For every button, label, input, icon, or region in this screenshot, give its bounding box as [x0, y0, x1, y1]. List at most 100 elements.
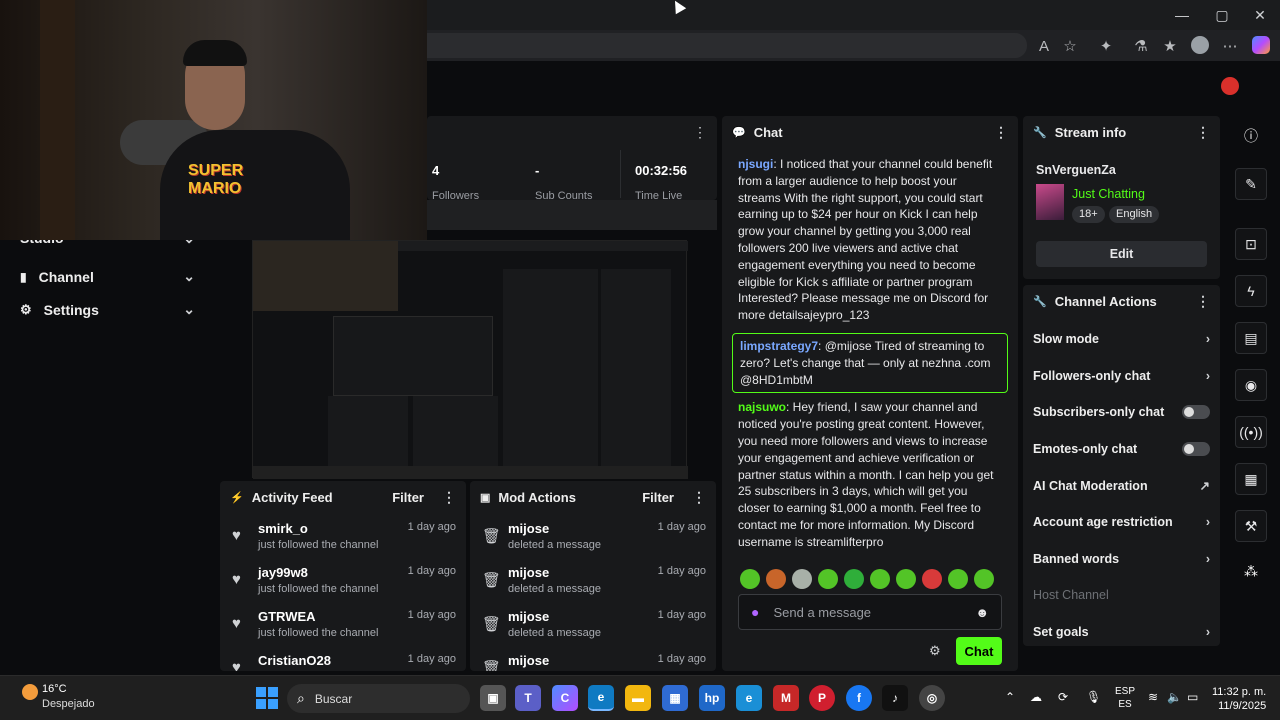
emote-icon[interactable] [870, 569, 890, 589]
weather-temp[interactable]: 16°C [42, 683, 67, 695]
microphone-icon[interactable]: ● [751, 604, 759, 620]
emote-icon[interactable] [740, 569, 760, 589]
channel-action-item[interactable]: AI Chat Moderation ↗ [1023, 467, 1220, 504]
screen-capture-icon[interactable]: ⊡ [1235, 228, 1267, 260]
feed-username[interactable]: mijose [508, 653, 549, 668]
chat-settings-gear-icon[interactable]: ⚙ [929, 643, 941, 659]
puzzle-icon[interactable]: ✦ [1095, 35, 1117, 57]
obs-icon[interactable]: ◎ [919, 685, 945, 711]
chat-username[interactable]: njsugi [738, 157, 773, 171]
lightning-icon[interactable]: ϟ [1235, 275, 1267, 307]
channel-action-item[interactable]: Slow mode › [1023, 321, 1220, 358]
filter-button[interactable]: Filter [392, 490, 424, 505]
feed-username[interactable]: smirk_o [258, 521, 378, 536]
taskbar-search[interactable]: ⌕ Buscar [287, 684, 470, 713]
list-item[interactable]: 🗑 mijose deleted a message 1 day ago [470, 557, 716, 601]
kebab-menu-icon[interactable]: ⋮ [693, 124, 707, 141]
windows-start-icon[interactable] [256, 687, 278, 709]
chat-message[interactable]: njsugi: I noticed that your channel coul… [722, 156, 1018, 324]
file-explorer-icon[interactable]: ▬ [625, 685, 651, 711]
address-bar[interactable] [427, 33, 1027, 58]
wrench-icon[interactable]: ⚒ [1235, 510, 1267, 542]
feed-username[interactable]: GTRWEA [258, 609, 378, 624]
star-icon[interactable]: ☆ [1059, 35, 1081, 57]
more-menu-icon[interactable]: ⋯ [1219, 35, 1241, 57]
channel-action-item[interactable]: Banned words › [1023, 541, 1220, 578]
broadcast-icon[interactable]: ((•)) [1235, 416, 1267, 448]
list-item[interactable]: 🗑 mijose deleted a message 1 day ago [470, 601, 716, 645]
filter-button[interactable]: Filter [642, 490, 674, 505]
volume-icon[interactable]: 🔈 [1167, 690, 1182, 704]
list-item[interactable]: ♥ jay99w8 just followed the channel 1 day a… [220, 557, 466, 601]
info-icon[interactable]: ⓘ [1235, 120, 1267, 152]
list-item[interactable]: ♥ smirk_o just followed the channel 1 day a… [220, 513, 466, 557]
list-item[interactable]: 🗑 mijose deleted a message 1 day ago [470, 513, 716, 557]
favorites-icon[interactable]: ★ [1159, 35, 1181, 57]
toggle-switch[interactable] [1182, 405, 1210, 420]
copilot-taskbar-icon[interactable]: C [552, 685, 578, 711]
browser-icon[interactable]: e [736, 685, 762, 711]
kebab-menu-icon[interactable]: ⋮ [1196, 124, 1210, 141]
feed-username[interactable]: jay99w8 [258, 565, 378, 580]
tiktok-icon[interactable]: ♪ [882, 685, 908, 711]
notification-avatar[interactable] [1221, 77, 1239, 95]
send-chat-button[interactable]: Chat [956, 637, 1002, 665]
language-indicator[interactable]: ESP ES [1115, 685, 1135, 711]
pencil-icon[interactable]: ✎ [1235, 168, 1267, 200]
emoji-icon[interactable]: ☻ [975, 605, 989, 620]
maximize-button[interactable]: ▢ [1202, 0, 1242, 30]
category-link[interactable]: Just Chatting [1072, 187, 1145, 201]
kebab-menu-icon[interactable]: ⋮ [1196, 293, 1210, 310]
onedrive-icon[interactable]: ☁ [1030, 690, 1042, 704]
emote-icon[interactable] [922, 569, 942, 589]
emote-icon[interactable] [818, 569, 838, 589]
close-window-button[interactable]: ✕ [1240, 0, 1280, 30]
channel-action-item[interactable]: Emotes-only chat [1023, 431, 1220, 468]
task-view-icon[interactable]: ▣ [480, 685, 506, 711]
stream-preview[interactable] [252, 240, 688, 479]
feed-username[interactable]: mijose [508, 565, 601, 580]
clock[interactable]: 11:32 p. m. 11/9/2025 [1212, 685, 1266, 713]
kebab-menu-icon[interactable]: ⋮ [692, 489, 706, 506]
kebab-menu-icon[interactable]: ⋮ [442, 489, 456, 506]
microphone-tray-icon[interactable]: 🎙 [1086, 690, 1101, 704]
chevron-up-icon[interactable]: ⌃ [1005, 690, 1015, 704]
channel-action-item[interactable]: Account age restriction › [1023, 504, 1220, 541]
toggle-switch[interactable] [1182, 442, 1210, 457]
channel-action-item[interactable]: Followers-only chat › [1023, 358, 1220, 395]
sidebar-item-settings[interactable]: ⚙ Settings ⌄ [0, 293, 215, 326]
chat-message[interactable]: najsuwo: Hey friend, I saw your channel … [722, 399, 1018, 550]
extension-icon[interactable]: ⚗ [1130, 35, 1152, 57]
chat-username[interactable]: limpstrategy7 [740, 339, 818, 353]
channel-action-item[interactable]: Subscribers-only chat [1023, 394, 1220, 431]
chat-message-highlighted[interactable]: limpstrategy7: @mijose Tired of streamin… [732, 332, 1008, 394]
minimize-button[interactable]: — [1162, 0, 1202, 30]
edit-stream-info-button[interactable]: Edit [1036, 241, 1207, 267]
edge-icon[interactable]: e [588, 685, 614, 711]
feed-username[interactable]: CristianO28 [258, 653, 331, 668]
emote-icon[interactable] [896, 569, 916, 589]
wifi-icon[interactable]: ≋ [1148, 690, 1158, 704]
chat-username[interactable]: najsuwo [738, 400, 786, 414]
teams-icon[interactable]: T [515, 685, 541, 711]
mcafee-icon[interactable]: M [773, 685, 799, 711]
emote-icon[interactable] [844, 569, 864, 589]
weather-desc[interactable]: Despejado [42, 698, 95, 710]
apps-icon[interactable]: ⁂ [1235, 555, 1267, 587]
kebab-menu-icon[interactable]: ⋮ [994, 124, 1008, 141]
feed-username[interactable]: mijose [508, 609, 601, 624]
hp-icon[interactable]: hp [699, 685, 725, 711]
facebook-icon[interactable]: f [846, 685, 872, 711]
store-icon[interactable]: ▦ [662, 685, 688, 711]
layout-icon[interactable]: ▦ [1235, 463, 1267, 495]
emote-icon[interactable] [948, 569, 968, 589]
profile-avatar[interactable] [1191, 36, 1209, 54]
reader-icon[interactable]: A [1033, 35, 1055, 57]
chat-icon[interactable]: ◉ [1235, 369, 1267, 401]
list-item[interactable]: 🗑 mijose 1 day ago [470, 645, 716, 671]
pinterest-icon[interactable]: P [809, 685, 835, 711]
sidebar-item-channel[interactable]: ▮ Channel ⌄ [0, 260, 215, 293]
weather-icon[interactable] [22, 684, 38, 700]
emote-icon[interactable] [766, 569, 786, 589]
document-icon[interactable]: ▤ [1235, 322, 1267, 354]
